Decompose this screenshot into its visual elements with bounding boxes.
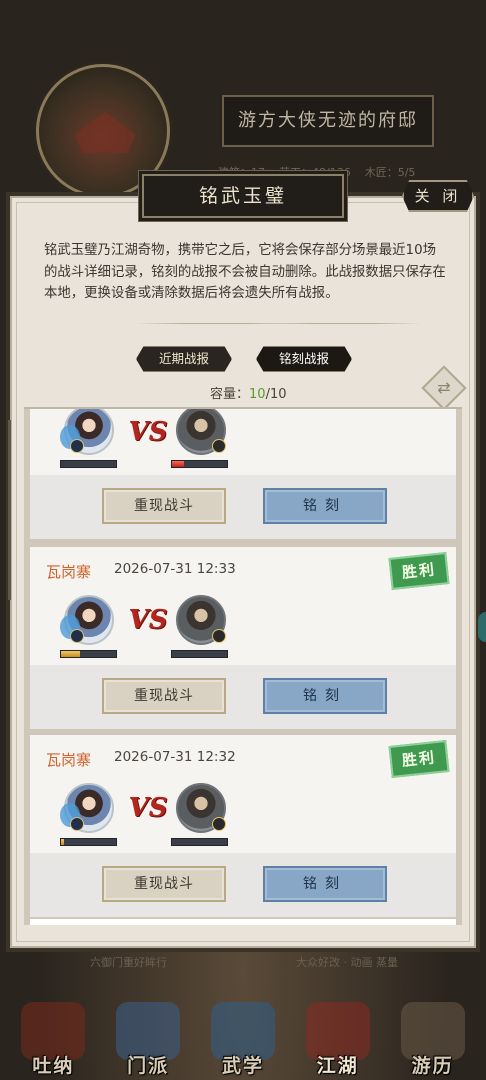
rank-badge-icon [70, 629, 84, 643]
estate-title: 游方大侠无迹的府邸 [222, 95, 434, 147]
player-avatar [60, 409, 114, 455]
replay-battle-button[interactable]: 重现战斗 [102, 866, 226, 902]
battle-record-card: VS 重现战斗 铭刻 [30, 409, 456, 539]
nav-label: 吐纳 [32, 1055, 75, 1077]
enemy-avatar [176, 409, 226, 455]
record-actions: 重现战斗 铭刻 [30, 665, 456, 729]
battle-record-card: 瓦岗寨 2026-07-31 12:32 胜利 VS 重现战斗 铭刻 [30, 735, 456, 917]
record-header: VS [30, 409, 456, 475]
battle-record-list[interactable]: VS 重现战斗 铭刻 瓦岗寨 2026-07-31 12:33 胜利 VS 重现… [24, 407, 462, 925]
player-hp-bar [60, 650, 117, 658]
capacity-display: 容量：10/10 [210, 383, 286, 402]
battle-location: 瓦岗寨 [46, 563, 92, 581]
record-actions: 重现战斗 铭刻 [30, 475, 456, 539]
engrave-button[interactable]: 铭刻 [263, 488, 387, 524]
capacity-used: 10 [249, 387, 266, 402]
rank-badge-icon [70, 817, 84, 831]
enemy-hp-bar [171, 650, 228, 658]
bottom-nav: 吐纳 门派 武学 江湖 游历 [0, 994, 486, 1080]
enemy-hp-bar [171, 460, 228, 468]
nav-sect[interactable]: 门派 [106, 996, 190, 1078]
player-hp-bar [60, 838, 117, 846]
nav-tuna[interactable]: 吐纳 [11, 996, 95, 1078]
player-hp-fill [61, 651, 81, 657]
battle-time: 2026-07-31 12:33 [114, 561, 236, 577]
vs-icon: VS [128, 417, 168, 447]
nav-travel[interactable]: 游历 [391, 996, 475, 1078]
victory-stamp: 胜利 [388, 552, 450, 590]
capacity-label: 容量： [210, 387, 250, 402]
replay-battle-button[interactable]: 重现战斗 [102, 488, 226, 524]
engrave-button[interactable]: 铭刻 [263, 866, 387, 902]
side-drawer-handle[interactable] [478, 612, 486, 642]
dialog-description: 铭武玉璧乃江湖奇物，携带它之后，它将会保存部分场景最近10场的战斗详细记录，铭刻… [44, 243, 446, 301]
vs-icon: VS [128, 793, 168, 823]
nav-label: 武学 [221, 1055, 264, 1077]
record-header: 瓦岗寨 2026-07-31 12:33 胜利 VS [30, 547, 456, 665]
replay-battle-button[interactable]: 重现战斗 [102, 678, 226, 714]
refresh-icon: ⇄ [437, 378, 451, 397]
victory-stamp: 胜利 [388, 740, 450, 778]
rank-badge-icon [212, 439, 226, 453]
bg-text-right: 大众好改 · 动画 蒸量 [296, 956, 398, 969]
nav-label: 游历 [411, 1055, 454, 1077]
vs-icon: VS [128, 605, 168, 635]
rank-badge-icon [212, 817, 226, 831]
player-avatar [60, 595, 114, 645]
battle-time: 2026-07-31 12:32 [114, 749, 236, 765]
enemy-hp-fill [172, 461, 185, 467]
enemy-avatar [176, 783, 226, 833]
tab-recent-reports[interactable]: 近期战报 [136, 346, 232, 372]
nav-martial-arts[interactable]: 武学 [201, 996, 285, 1078]
capacity-total: /10 [265, 387, 287, 402]
player-avatar [60, 783, 114, 833]
rank-badge-icon [70, 439, 84, 453]
close-button[interactable]: 关 闭 [402, 180, 474, 212]
dialog-title: 铭武玉璧 [142, 174, 344, 218]
rank-badge-icon [212, 629, 226, 643]
engrave-button[interactable]: 铭刻 [263, 678, 387, 714]
divider-right [262, 323, 422, 324]
record-header: 瓦岗寨 2026-07-31 12:32 胜利 VS [30, 735, 456, 853]
battle-record-card: 瓦岗寨 2026-07-31 12:33 胜利 VS 重现战斗 铭刻 [30, 547, 456, 729]
player-hp-bar [60, 460, 117, 468]
nav-jianghu[interactable]: 江湖 [296, 996, 380, 1078]
bg-text-left: 六御门重好眸行 [90, 956, 167, 969]
nav-label: 门派 [127, 1055, 170, 1077]
stat-carpenter: 木匠：5/5 [364, 166, 416, 179]
battle-record-card [30, 919, 456, 925]
battle-location: 瓦岗寨 [46, 751, 92, 769]
enemy-hp-bar [171, 838, 228, 846]
scrollbar[interactable] [8, 420, 11, 600]
tab-engraved-reports[interactable]: 铭刻战报 [256, 346, 352, 372]
record-actions: 重现战斗 铭刻 [30, 853, 456, 917]
nav-label: 江湖 [316, 1055, 359, 1077]
player-hp-fill [61, 839, 64, 845]
enemy-avatar [176, 595, 226, 645]
